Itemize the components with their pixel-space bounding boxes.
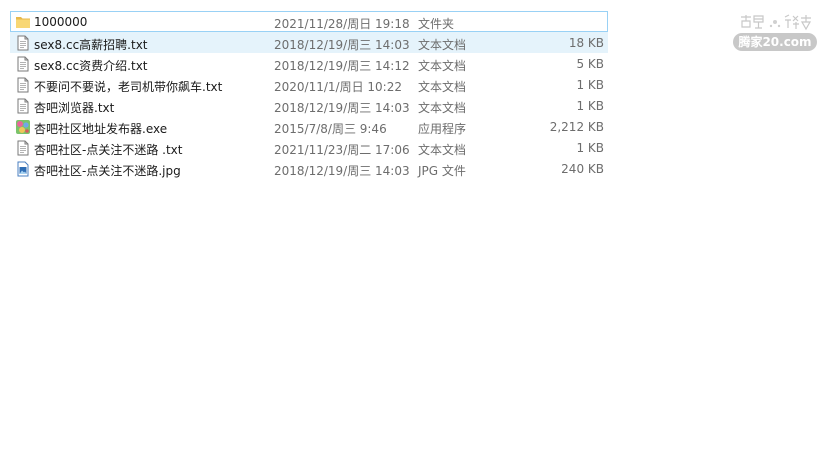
file-type: 文本文档 bbox=[418, 59, 467, 73]
folder-icon bbox=[15, 14, 31, 30]
site-watermark: 腾家20.com bbox=[733, 14, 817, 52]
file-size: 1 KB bbox=[576, 99, 604, 113]
application-icon bbox=[15, 119, 31, 135]
file-date-modified: 2018/12/19/周三 14:12 bbox=[274, 59, 410, 73]
image-file-icon bbox=[15, 161, 31, 177]
file-date-modified: 2018/12/19/周三 14:03 bbox=[274, 38, 410, 52]
file-name: 杏吧浏览器.txt bbox=[34, 101, 115, 115]
file-date-modified: 2018/12/19/周三 14:03 bbox=[274, 101, 410, 115]
watermark-logo bbox=[741, 14, 812, 31]
text-file-icon bbox=[15, 77, 31, 93]
file-row[interactable]: sex8.cc资费介绍.txt 2018/12/19/周三 14:12 文本文档… bbox=[10, 53, 608, 74]
text-file-icon bbox=[15, 56, 31, 72]
file-size: 5 KB bbox=[576, 57, 604, 71]
file-size: 1 KB bbox=[576, 141, 604, 155]
file-type: 文件夹 bbox=[418, 17, 455, 31]
file-list: 1000000 2021/11/28/周日 19:18 文件夹 sex8.cc高… bbox=[10, 11, 608, 179]
file-name: 杏吧社区地址发布器.exe bbox=[34, 122, 168, 136]
file-size: 18 KB bbox=[568, 36, 604, 50]
file-row[interactable]: 不要问不要说，老司机带你飙车.txt 2020/11/1/周日 10:22 文本… bbox=[10, 74, 608, 95]
file-type: JPG 文件 bbox=[418, 164, 466, 178]
file-size: 240 KB bbox=[561, 162, 604, 176]
file-date-modified: 2015/7/8/周三 9:46 bbox=[274, 122, 387, 136]
file-date-modified: 2018/12/19/周三 14:03 bbox=[274, 164, 410, 178]
file-row[interactable]: 杏吧社区-点关注不迷路.jpg 2018/12/19/周三 14:03 JPG … bbox=[10, 158, 608, 179]
watermark-domain: 腾家20.com bbox=[733, 33, 817, 51]
file-name: 不要问不要说，老司机带你飙车.txt bbox=[34, 80, 223, 94]
file-name: sex8.cc资费介绍.txt bbox=[34, 59, 148, 73]
text-file-icon bbox=[15, 35, 31, 51]
file-date-modified: 2020/11/1/周日 10:22 bbox=[274, 80, 402, 94]
file-name: sex8.cc高薪招聘.txt bbox=[34, 38, 148, 52]
file-type: 应用程序 bbox=[418, 122, 467, 136]
file-type: 文本文档 bbox=[418, 80, 467, 94]
file-row[interactable]: 1000000 2021/11/28/周日 19:18 文件夹 bbox=[10, 11, 608, 32]
text-file-icon bbox=[15, 98, 31, 114]
file-size: 2,212 KB bbox=[549, 120, 604, 134]
file-type: 文本文档 bbox=[418, 38, 467, 52]
file-name: 杏吧社区-点关注不迷路 .txt bbox=[34, 143, 183, 157]
file-name: 杏吧社区-点关注不迷路.jpg bbox=[34, 164, 181, 178]
file-date-modified: 2021/11/28/周日 19:18 bbox=[274, 17, 410, 31]
file-row[interactable]: 杏吧社区地址发布器.exe 2015/7/8/周三 9:46 应用程序 2,21… bbox=[10, 116, 608, 137]
file-row[interactable]: 杏吧浏览器.txt 2018/12/19/周三 14:03 文本文档 1 KB bbox=[10, 95, 608, 116]
file-date-modified: 2021/11/23/周二 17:06 bbox=[274, 143, 410, 157]
file-name: 1000000 bbox=[34, 15, 88, 29]
file-type: 文本文档 bbox=[418, 143, 467, 157]
file-size: 1 KB bbox=[576, 78, 604, 92]
file-row[interactable]: 杏吧社区-点关注不迷路 .txt 2021/11/23/周二 17:06 文本文… bbox=[10, 137, 608, 158]
file-type: 文本文档 bbox=[418, 101, 467, 115]
file-row[interactable]: sex8.cc高薪招聘.txt 2018/12/19/周三 14:03 文本文档… bbox=[10, 32, 608, 53]
text-file-icon bbox=[15, 140, 31, 156]
